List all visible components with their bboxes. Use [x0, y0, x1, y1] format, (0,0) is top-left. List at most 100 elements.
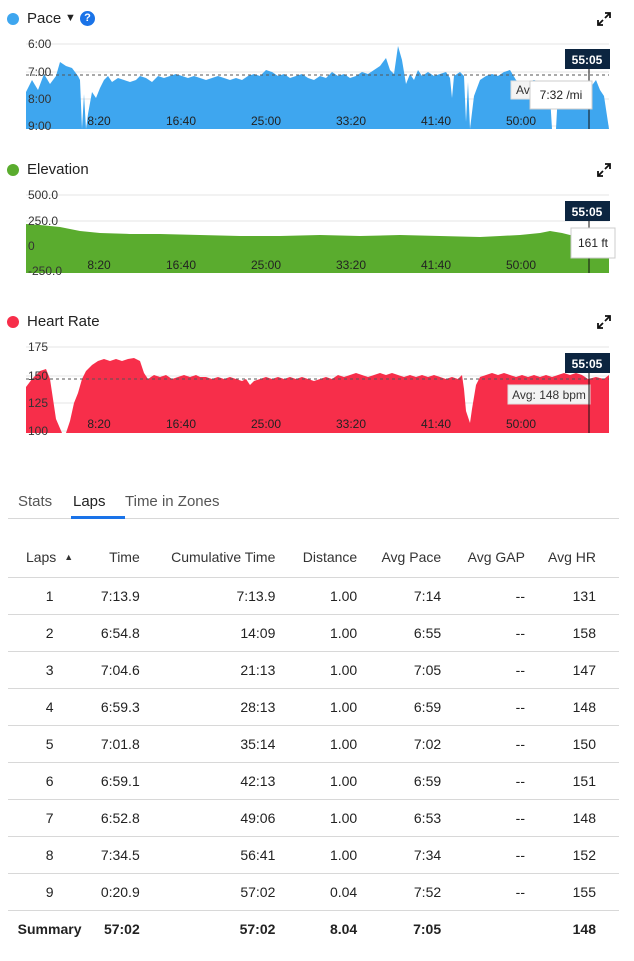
- pace-plot[interactable]: 6:00 7:00 8:00 9:00 8:20 16:40 25:00 33:…: [0, 36, 634, 136]
- lap-avg-pace: 7:34: [380, 836, 465, 874]
- lap-avg-pace: 7:14: [380, 577, 465, 615]
- heart-rate-x-tick: 41:40: [421, 417, 451, 431]
- elevation-chart: Elevation 500.0 250.0 0 -250.0 8:20 16:4…: [0, 159, 634, 279]
- pace-y-tick: 7:00: [28, 65, 52, 79]
- summary-distance: 8.04: [329, 920, 358, 937]
- table-row[interactable]: 9 0:20.9 57:02 0.04 7:52 -- 155: [8, 873, 619, 911]
- tab-laps[interactable]: Laps: [73, 493, 106, 510]
- lap-cumulative-time: 57:02: [162, 873, 299, 911]
- lap-avg-hr: 151: [547, 762, 619, 800]
- column-header-time[interactable]: Time: [91, 538, 163, 578]
- lap-time: 0:20.9: [91, 873, 163, 911]
- elevation-x-tick: 25:00: [251, 258, 281, 272]
- elevation-y-tick: 500.0: [28, 188, 58, 202]
- table-row[interactable]: 4 6:59.3 28:13 1.00 6:59 -- 148: [8, 688, 619, 726]
- lap-cumulative-time: 56:41: [162, 836, 299, 874]
- lap-number: 9: [8, 873, 92, 911]
- lap-number: 6: [8, 762, 92, 800]
- pace-tooltip: 7:32 /mi: [540, 88, 583, 102]
- lap-number: 1: [8, 577, 92, 615]
- sort-ascending-icon[interactable]: ▲: [64, 552, 73, 562]
- pace-x-tick: 50:00: [506, 114, 536, 128]
- help-icon[interactable]: ?: [80, 11, 95, 26]
- table-row[interactable]: 6 6:59.1 42:13 1.00 6:59 -- 151: [8, 762, 619, 800]
- table-row[interactable]: 2 6:54.8 14:09 1.00 6:55 -- 158: [8, 614, 619, 652]
- table-row[interactable]: 5 7:01.8 35:14 1.00 7:02 -- 150: [8, 725, 619, 763]
- heart-rate-chart-title: Heart Rate: [27, 313, 100, 330]
- pace-chart: Pace ▼ ? 6:00 7:00 8:00 9:00 8:20 16:40 …: [0, 8, 634, 133]
- lap-distance: 1.00: [298, 577, 381, 615]
- heart-rate-chart-header: Heart Rate: [0, 311, 634, 333]
- lap-distance: 1.00: [298, 614, 381, 652]
- lap-distance: 1.00: [298, 836, 381, 874]
- pace-x-tick: 16:40: [166, 114, 196, 128]
- heart-rate-legend-dot: [7, 316, 19, 328]
- lap-avg-gap: --: [464, 799, 548, 837]
- column-header-avg-gap[interactable]: Avg GAP: [464, 538, 548, 578]
- lap-avg-hr: 155: [547, 873, 619, 911]
- elevation-x-tick: 50:00: [506, 258, 536, 272]
- pace-x-tick: 33:20: [336, 114, 366, 128]
- elevation-plot[interactable]: 500.0 250.0 0 -250.0 8:20 16:40 25:00 33…: [0, 187, 634, 278]
- table-row[interactable]: 1 7:13.9 7:13.9 1.00 7:14 -- 131: [8, 577, 619, 615]
- heart-rate-y-tick: 125: [28, 396, 48, 410]
- lap-number: 4: [8, 688, 92, 726]
- heart-rate-x-tick: 16:40: [166, 417, 196, 431]
- lap-avg-hr: 150: [547, 725, 619, 763]
- column-header-avg-pace[interactable]: Avg Pace: [380, 538, 465, 578]
- chevron-down-icon[interactable]: ▼: [65, 12, 76, 24]
- lap-distance: 1.00: [298, 762, 381, 800]
- heart-rate-cursor-time: 55:05: [572, 357, 603, 371]
- tab-bar: Stats Laps Time in Zones: [8, 486, 619, 519]
- heart-rate-plot[interactable]: 175 150 125 100 8:20 16:40 25:00 33:20 4…: [0, 339, 634, 439]
- lap-avg-hr: 147: [547, 651, 619, 689]
- lap-time: 7:04.6: [91, 651, 163, 689]
- summary-time: 57:02: [103, 920, 140, 937]
- lap-avg-pace: 6:59: [380, 762, 465, 800]
- expand-icon[interactable]: [596, 314, 612, 330]
- column-header-distance[interactable]: Distance: [298, 538, 381, 578]
- lap-distance: 1.00: [298, 688, 381, 726]
- laps-table-body: 1 7:13.9 7:13.9 1.00 7:14 -- 131 2 6:54.8 14:09 1.…: [8, 577, 619, 947]
- lap-number: 7: [8, 799, 92, 837]
- lap-avg-pace: 7:05: [380, 651, 465, 689]
- table-row[interactable]: 3 7:04.6 21:13 1.00 7:05 -- 147: [8, 651, 619, 689]
- lap-cumulative-time: 49:06: [162, 799, 299, 837]
- summary-avg-hr: 148: [572, 920, 596, 937]
- pace-x-tick: 8:20: [87, 114, 111, 128]
- heart-rate-x-tick: 50:00: [506, 417, 536, 431]
- lap-time: 6:54.8: [91, 614, 163, 652]
- elevation-x-tick: 16:40: [166, 258, 196, 272]
- column-header-avg-hr[interactable]: Avg HR: [547, 538, 619, 578]
- table-row[interactable]: 8 7:34.5 56:41 1.00 7:34 -- 152: [8, 836, 619, 874]
- elevation-x-tick: 33:20: [336, 258, 366, 272]
- lap-time: 7:34.5: [91, 836, 163, 874]
- tab-time-in-zones[interactable]: Time in Zones: [125, 493, 219, 510]
- pace-y-tick: 8:00: [28, 92, 52, 106]
- elevation-chart-title: Elevation: [27, 161, 89, 178]
- lap-avg-hr: 158: [547, 614, 619, 652]
- summary-avg-gap: [464, 910, 548, 947]
- lap-cumulative-time: 7:13.9: [162, 577, 299, 615]
- pace-chart-title: Pace: [27, 10, 62, 27]
- lap-avg-gap: --: [464, 725, 548, 763]
- tab-stats[interactable]: Stats: [18, 493, 52, 510]
- laps-table-header: Laps ▲ Time Cumulative Time Distance Avg …: [8, 538, 619, 578]
- lap-avg-gap: --: [464, 577, 548, 615]
- expand-icon[interactable]: [596, 162, 612, 178]
- heart-rate-y-tick: 175: [28, 340, 48, 354]
- column-header-cumulative-time[interactable]: Cumulative Time: [162, 538, 299, 578]
- lap-time: 6:59.3: [91, 688, 163, 726]
- table-row[interactable]: 7 6:52.8 49:06 1.00 6:53 -- 148: [8, 799, 619, 837]
- lap-time: 6:59.1: [91, 762, 163, 800]
- lap-avg-hr: 131: [547, 577, 619, 615]
- expand-icon[interactable]: [596, 11, 612, 27]
- lap-avg-hr: 148: [547, 799, 619, 837]
- lap-cumulative-time: 35:14: [162, 725, 299, 763]
- column-header-label: Laps: [25, 549, 57, 566]
- lap-cumulative-time: 28:13: [162, 688, 299, 726]
- lap-distance: 1.00: [298, 725, 381, 763]
- heart-rate-avg-label: Avg: 148 bpm: [512, 388, 586, 402]
- lap-avg-pace: 7:02: [380, 725, 465, 763]
- column-header-laps[interactable]: Laps ▲: [8, 538, 92, 578]
